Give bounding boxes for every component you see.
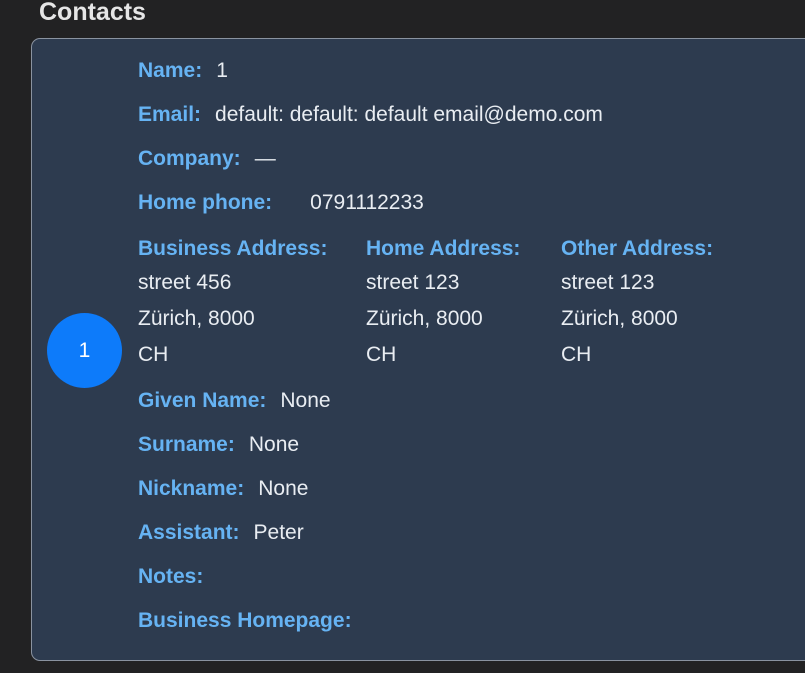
email-row: Email: default: default: default email@d…	[138, 103, 603, 127]
notes-row: Notes:	[138, 565, 217, 589]
business-address-country: CH	[138, 343, 169, 366]
other-address-country: CH	[561, 343, 592, 366]
assistant-value: Peter	[253, 521, 304, 544]
home-phone-row: Home phone: 0791112233	[138, 191, 424, 215]
email-label: Email:	[138, 103, 202, 126]
given-name-value: None	[280, 389, 331, 412]
surname-label: Surname:	[138, 433, 235, 456]
nickname-label: Nickname:	[138, 477, 245, 500]
assistant-label: Assistant:	[138, 521, 240, 544]
business-address-street: street 456	[138, 271, 232, 294]
company-row: Company: —	[138, 147, 276, 171]
notes-label: Notes:	[138, 565, 204, 588]
assistant-row: Assistant: Peter	[138, 521, 304, 545]
business-address-label: Business Address:	[138, 237, 328, 260]
home-address-country: CH	[366, 343, 397, 366]
contact-card: 1 Name: 1 Email: default: default: defau…	[31, 38, 805, 661]
other-address-city: Zürich, 8000	[561, 307, 678, 330]
home-address-street: street 123	[366, 271, 460, 294]
company-value: —	[254, 147, 276, 170]
email-value: default: default: default email@demo.com	[215, 103, 603, 126]
business-address-city: Zürich, 8000	[138, 307, 255, 330]
home-phone-value: 0791112233	[310, 191, 424, 214]
business-homepage-row: Business Homepage:	[138, 609, 366, 633]
page-title: Contacts	[39, 0, 146, 26]
home-address-city: Zürich, 8000	[366, 307, 483, 330]
business-address: Business Address: street 456 Zürich, 800…	[138, 237, 327, 373]
contact-avatar[interactable]: 1	[47, 313, 122, 388]
home-phone-label: Home phone:	[138, 191, 273, 214]
other-address-label: Other Address:	[561, 237, 714, 260]
other-address-street: street 123	[561, 271, 655, 294]
nickname-value: None	[258, 477, 309, 500]
given-name-row: Given Name: None	[138, 389, 331, 413]
company-label: Company:	[138, 147, 241, 170]
surname-row: Surname: None	[138, 433, 299, 457]
name-value: 1	[216, 59, 228, 82]
surname-value: None	[248, 433, 300, 456]
business-homepage-label: Business Homepage:	[138, 609, 352, 632]
home-address: Home Address: street 123 Zürich, 8000 CH	[366, 237, 520, 373]
given-name-label: Given Name:	[138, 389, 267, 412]
other-address: Other Address: street 123 Zürich, 8000 C…	[561, 237, 713, 373]
nickname-row: Nickname: None	[138, 477, 308, 501]
home-address-label: Home Address:	[366, 237, 521, 260]
name-label: Name:	[138, 59, 203, 82]
name-row: Name: 1	[138, 59, 228, 83]
